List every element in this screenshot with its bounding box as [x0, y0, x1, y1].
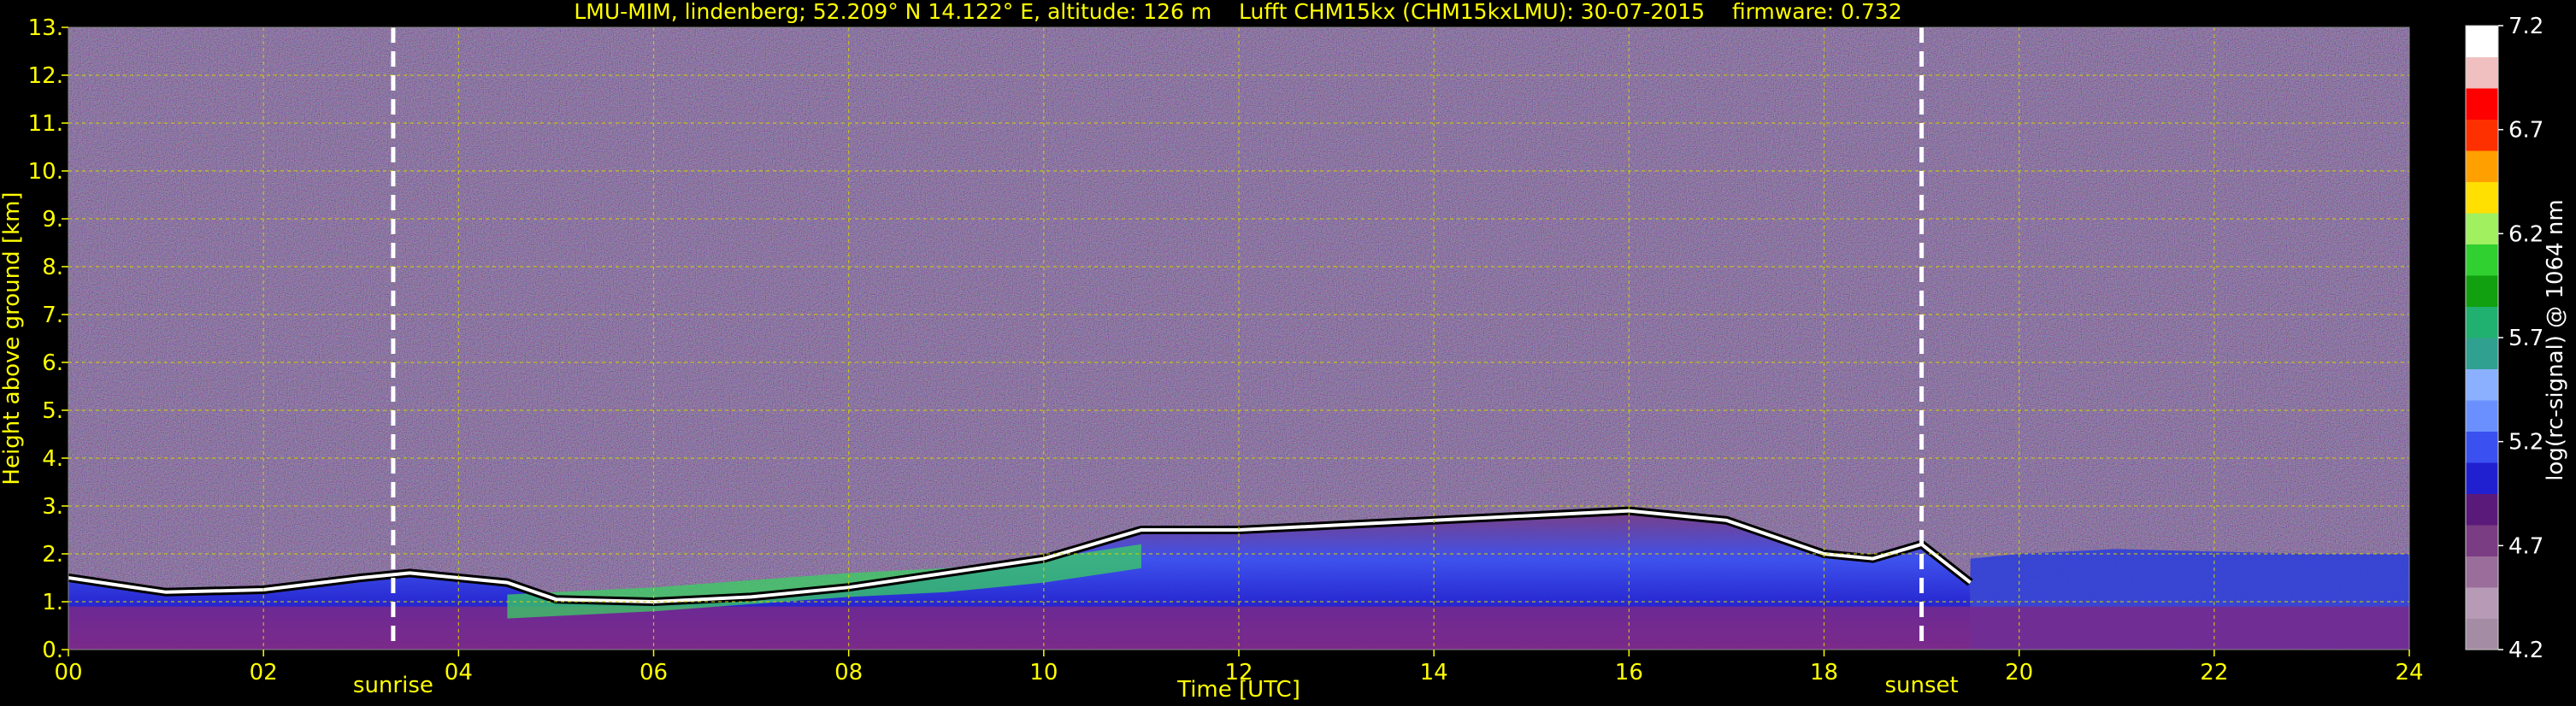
x-tick-label: 02 — [250, 660, 278, 685]
x-axis-label: Time [UTC] — [1176, 677, 1300, 703]
colorbar-tick-label: 6.7 — [2508, 118, 2544, 144]
colorbar-swatch — [2466, 244, 2498, 276]
colorbar-label: log(rc-signal) @ 1064 nm — [2543, 199, 2568, 480]
y-tick-label: 9. — [42, 207, 63, 232]
y-tick-label: 7. — [42, 303, 63, 328]
y-tick-label: 3. — [42, 494, 63, 520]
colorbar-tick-label: 5.2 — [2508, 430, 2544, 456]
y-tick-label: 11. — [28, 111, 63, 137]
y-tick-label: 1. — [42, 590, 63, 615]
colorbar-swatch — [2466, 150, 2498, 182]
x-tick-label: 20 — [2005, 660, 2033, 685]
colorbar-swatch — [2466, 587, 2498, 619]
x-tick-label: 10 — [1029, 660, 1058, 685]
x-tick-label: 14 — [1420, 660, 1448, 685]
x-tick-label: 18 — [1810, 660, 1838, 685]
y-axis-label: Height above ground [km] — [0, 191, 25, 485]
y-tick-label: 13. — [28, 15, 63, 41]
x-tick-label: 22 — [2200, 660, 2228, 685]
colorbar-swatch — [2466, 493, 2498, 526]
x-tick-label: 00 — [54, 660, 82, 685]
sunrise-label: sunrise — [353, 673, 433, 698]
y-tick-label: 8. — [42, 255, 63, 280]
y-tick-label: 4. — [42, 446, 63, 472]
y-tick-label: 5. — [42, 398, 63, 424]
colorbar-tick-label: 7.2 — [2508, 14, 2544, 39]
y-tick-label: 12. — [28, 63, 63, 89]
colorbar-tick-label: 6.2 — [2508, 221, 2544, 247]
ceilometer-figure: LMU-MIM, lindenberg; 52.209° N 14.122° E… — [0, 0, 2568, 703]
sunset-label: sunset — [1884, 673, 1958, 698]
colorbar-swatch — [2466, 213, 2498, 244]
colorbar-swatch — [2466, 88, 2498, 120]
y-tick-label: 2. — [42, 542, 63, 568]
colorbar-tick-label: 4.7 — [2508, 533, 2544, 559]
y-tick-label: 6. — [42, 350, 63, 376]
colorbar-swatch — [2466, 431, 2498, 463]
y-tick-label: 0. — [42, 638, 63, 663]
colorbar-tick-label: 4.2 — [2508, 638, 2544, 663]
y-axis-ticks: 0. 1. 2. 3. 4. 5. 6. 7. 8. 9. 10. 11. 12. 13. — [28, 15, 68, 663]
colorbar-swatch — [2466, 556, 2498, 588]
colorbar-swatch — [2466, 462, 2498, 494]
x-tick-label: 08 — [834, 660, 863, 685]
annotations: sunrise sunset — [353, 673, 1959, 698]
colorbar-swatch — [2466, 119, 2498, 151]
colorbar: 4.2 4.7 5.2 5.7 6.2 6.7 7.2 — [2465, 14, 2544, 663]
colorbar-tick-label: 5.7 — [2508, 326, 2544, 351]
x-tick-label: 06 — [640, 660, 668, 685]
x-tick-label: 16 — [1615, 660, 1643, 685]
chart-title: LMU-MIM, lindenberg; 52.209° N 14.122° E… — [574, 0, 1901, 24]
colorbar-swatch — [2466, 618, 2498, 650]
colorbar-swatch — [2466, 400, 2498, 432]
colorbar-swatch — [2466, 275, 2498, 307]
y-tick-label: 10. — [28, 159, 63, 185]
colorbar-swatch — [2466, 525, 2498, 556]
colorbar-swatch — [2466, 368, 2498, 401]
colorbar-swatch — [2466, 26, 2498, 57]
colorbar-swatch — [2466, 181, 2498, 214]
colorbar-swatch — [2466, 338, 2498, 369]
x-tick-label: 04 — [445, 660, 473, 685]
x-tick-label: 24 — [2395, 660, 2423, 685]
colorbar-swatch — [2466, 56, 2498, 89]
colorbar-swatch — [2466, 306, 2498, 338]
